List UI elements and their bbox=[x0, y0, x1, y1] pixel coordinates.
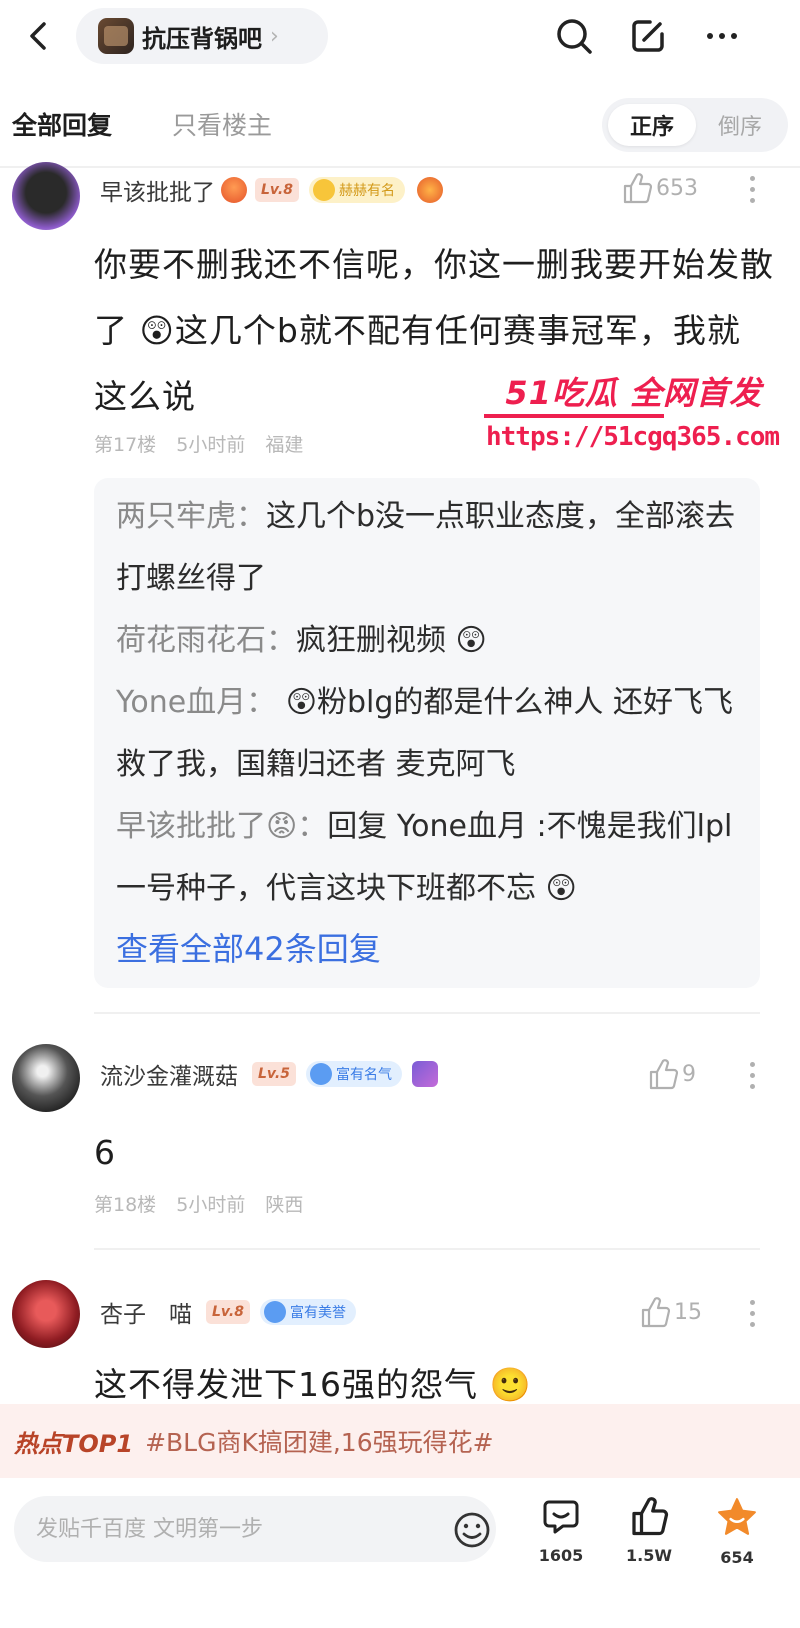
view-all-replies-link[interactable]: 查看全部42条回复 bbox=[116, 924, 381, 970]
like-button[interactable]: 653 bbox=[622, 172, 698, 204]
more-options-icon[interactable] bbox=[748, 1062, 756, 1095]
sub-replies-box[interactable]: 两只牢虎：这几个b没一点职业态度，全部滚去打螺丝得了 荷花雨花石：疯狂删视频 😲… bbox=[94, 478, 760, 988]
tab-all-replies[interactable]: 全部回复 bbox=[12, 106, 112, 142]
reply-tabs: 全部回复 只看楼主 正序 倒序 bbox=[0, 94, 800, 158]
username[interactable]: 早该批批了 bbox=[100, 173, 215, 207]
more-icon[interactable] bbox=[700, 14, 744, 58]
thumb-up-icon bbox=[649, 1059, 678, 1090]
top-bar: 抗压背锅吧 › bbox=[0, 0, 800, 72]
comment-button[interactable]: 1605 bbox=[526, 1496, 596, 1596]
floor-number: 第18楼 bbox=[94, 1194, 157, 1216]
like-count: 15 bbox=[674, 1299, 702, 1325]
emoji-icon[interactable] bbox=[452, 1510, 492, 1550]
level-badge: Lv.8 bbox=[206, 1300, 250, 1324]
thumb-up-icon bbox=[641, 1297, 670, 1328]
sub-reply-author[interactable]: 荷花雨花石： bbox=[116, 623, 296, 658]
back-icon[interactable] bbox=[18, 14, 62, 58]
sub-reply-author[interactable]: 两只牢虎： bbox=[116, 499, 266, 534]
honor-badge: 富有美誉 bbox=[259, 1299, 356, 1325]
sub-reply[interactable]: 荷花雨花石：疯狂删视频 😲 bbox=[116, 610, 756, 672]
reply-input[interactable] bbox=[36, 1510, 416, 1548]
fan-badge-icon bbox=[416, 177, 443, 203]
like-button[interactable]: 15 bbox=[640, 1296, 702, 1328]
comment-text: 6 bbox=[94, 1133, 116, 1172]
hot-topic-text[interactable]: #BLG商K搞团建,16强玩得花# bbox=[145, 1423, 494, 1459]
avatar[interactable] bbox=[12, 162, 80, 230]
honor-label: 富有美誉 bbox=[289, 1305, 346, 1321]
like-count: 9 bbox=[682, 1061, 696, 1087]
reply-input-container[interactable] bbox=[14, 1496, 496, 1562]
watermark-url: https://51cgq365.com bbox=[486, 422, 780, 452]
honor-medal-icon bbox=[263, 1301, 286, 1323]
divider bbox=[94, 1012, 760, 1014]
like-button[interactable]: 9 bbox=[648, 1058, 696, 1090]
chevron-right-icon: › bbox=[270, 23, 279, 49]
hot-top1-label: 热点TOP1 bbox=[14, 1429, 134, 1458]
sub-reply-author[interactable]: Yone血月： bbox=[116, 685, 276, 720]
fan-badge-icon bbox=[411, 1061, 438, 1087]
search-icon[interactable] bbox=[552, 14, 596, 58]
edit-icon[interactable] bbox=[626, 14, 670, 58]
level-badge: Lv.8 bbox=[255, 178, 299, 202]
avatar[interactable] bbox=[12, 1044, 80, 1112]
hot-topic-bar[interactable]: 热点TOP1 #BLG商K搞团建,16强玩得花# bbox=[0, 1404, 800, 1478]
thumb-up-icon bbox=[623, 173, 652, 204]
favorite-count: 654 bbox=[720, 1548, 754, 1567]
watermark: 51吃瓜 全网首发 https://51cgq365.com bbox=[484, 368, 780, 468]
divider bbox=[0, 166, 800, 168]
honor-medal-icon bbox=[309, 1063, 332, 1085]
username[interactable]: 流沙金灌溉菇 bbox=[100, 1057, 238, 1091]
location: 陕西 bbox=[265, 1194, 304, 1216]
favorite-button[interactable]: 654 bbox=[702, 1496, 772, 1596]
angry-emoji-icon bbox=[221, 177, 247, 203]
more-options-icon[interactable] bbox=[748, 1300, 756, 1333]
more-options-icon[interactable] bbox=[748, 176, 756, 209]
sub-reply-author[interactable]: 早该批批了😡： bbox=[116, 809, 327, 844]
location: 福建 bbox=[265, 434, 304, 456]
comment-count: 1605 bbox=[538, 1546, 584, 1565]
honor-badge: 富有名气 bbox=[305, 1061, 402, 1087]
floor-number: 第17楼 bbox=[94, 434, 157, 456]
bottom-bar: 1605 1.5W 654 bbox=[0, 1478, 800, 1628]
thumb-up-icon bbox=[632, 1497, 669, 1536]
watermark-line bbox=[484, 414, 664, 418]
order-asc-button[interactable]: 正序 bbox=[608, 104, 696, 146]
order-desc-button[interactable]: 倒序 bbox=[696, 104, 784, 146]
honor-badge: 赫赫有名 bbox=[308, 177, 405, 203]
tab-op-only[interactable]: 只看楼主 bbox=[172, 106, 272, 142]
forum-avatar bbox=[98, 18, 134, 54]
post-like-count: 1.5W bbox=[626, 1546, 672, 1565]
like-post-button[interactable]: 1.5W bbox=[614, 1496, 684, 1596]
post-time: 5小时前 bbox=[176, 434, 246, 456]
forum-name: 抗压背锅吧 bbox=[142, 24, 262, 53]
user-info-row: 流沙金灌溉菇 Lv.5 富有名气 bbox=[100, 1054, 438, 1094]
level-badge: Lv.5 bbox=[252, 1062, 296, 1086]
sub-reply-text: 疯狂删视频 😲 bbox=[296, 623, 487, 658]
comment-meta: 第17楼 5小时前 福建 bbox=[94, 430, 317, 457]
star-icon bbox=[718, 1498, 756, 1535]
user-info-row: 早该批批了 Lv.8 赫赫有名 bbox=[100, 170, 443, 210]
order-toggle: 正序 倒序 bbox=[602, 98, 788, 152]
avatar[interactable] bbox=[12, 1280, 80, 1348]
post-time: 5小时前 bbox=[176, 1194, 246, 1216]
watermark-title: 51吃瓜 全网首发 bbox=[505, 374, 762, 412]
honor-label: 赫赫有名 bbox=[338, 183, 395, 199]
divider bbox=[94, 1248, 760, 1250]
sub-reply[interactable]: 两只牢虎：这几个b没一点职业态度，全部滚去打螺丝得了 bbox=[116, 486, 756, 610]
like-count: 653 bbox=[656, 175, 698, 201]
honor-medal-icon bbox=[312, 179, 335, 201]
comment-meta: 第18楼 5小时前 陕西 bbox=[94, 1190, 317, 1217]
username[interactable]: 杏子 喵 bbox=[100, 1295, 192, 1329]
honor-label: 富有名气 bbox=[335, 1067, 392, 1083]
sub-reply[interactable]: 早该批批了😡：回复 Yone血月 :不愧是我们lpl一号种子，代言这块下班都不忘… bbox=[116, 796, 756, 920]
user-info-row: 杏子 喵 Lv.8 富有美誉 bbox=[100, 1292, 356, 1332]
forum-entry-button[interactable]: 抗压背锅吧 › bbox=[76, 8, 328, 64]
sub-reply[interactable]: Yone血月： 😲粉blg的都是什么神人 还好飞飞救了我，国籍归还者 麦克阿飞 bbox=[116, 672, 756, 796]
comment-icon bbox=[543, 1500, 579, 1534]
